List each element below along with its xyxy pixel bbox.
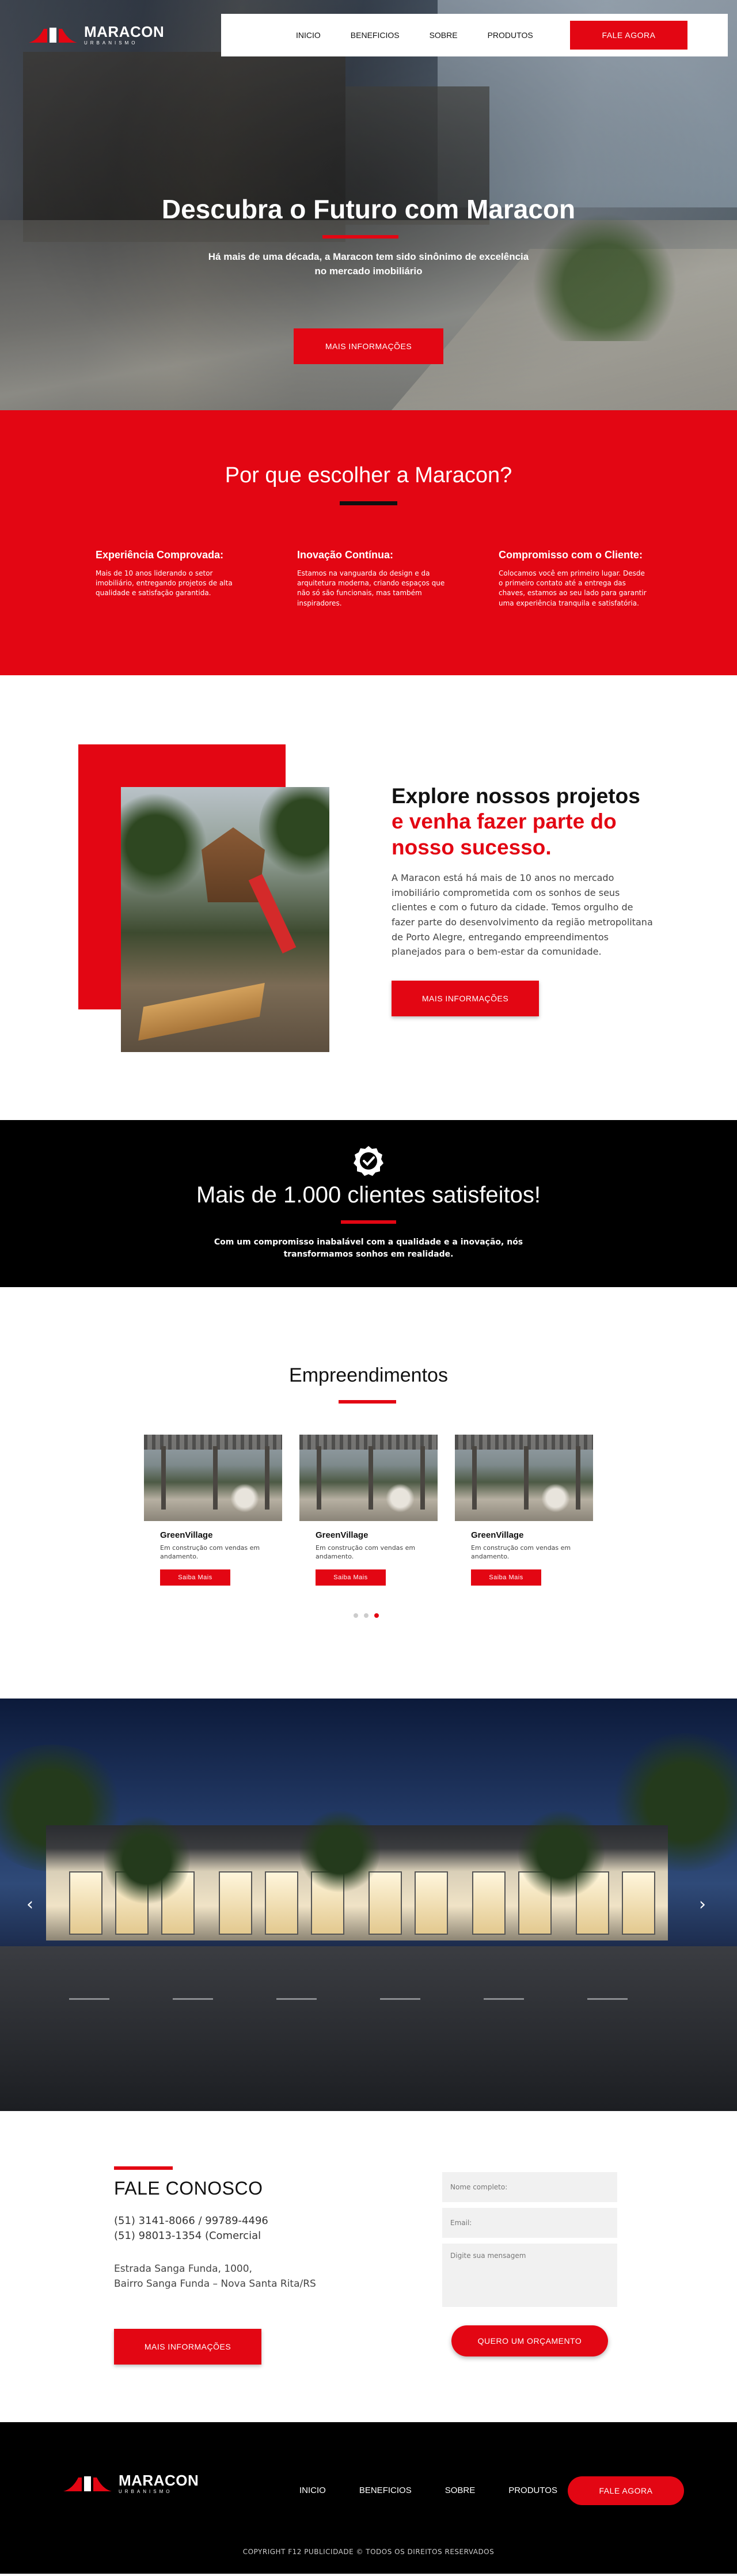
brand-tagline: URBANISMO — [119, 2488, 173, 2494]
contact-address-line2: Bairro Sanga Funda – Nova Santa Rita/RS — [114, 2278, 316, 2290]
gallery-road — [0, 1946, 737, 2111]
gallery-slider: ‹ › — [0, 1699, 737, 2111]
carousel-dot[interactable] — [354, 1613, 358, 1618]
footer-nav-produtos[interactable]: PRODUTOS — [508, 2486, 557, 2495]
why-section: Por que escolher a Maracon? Experiência … — [0, 410, 737, 675]
name-field[interactable] — [442, 2172, 617, 2202]
nav-links: INICIO BENEFICIOS SOBRE PRODUTOS — [296, 31, 563, 40]
clients-text: Com um compromisso inabalável com a qual… — [214, 1238, 523, 1259]
quote-submit-button[interactable]: QUERO UM ORÇAMENTO — [451, 2325, 608, 2356]
slider-prev-icon[interactable]: ‹ — [26, 1894, 33, 1915]
logo-mark-icon — [29, 28, 77, 43]
project-image[interactable] — [144, 1435, 282, 1521]
contact-phone-1: (51) 3141-8066 / 99789-4496 — [114, 2215, 268, 2227]
logo-mark-icon — [63, 2476, 112, 2491]
contact-divider — [114, 2166, 173, 2170]
hero-title: Descubra o Futuro com Maracon — [161, 194, 576, 224]
project-card: GreenVillage Em construção com vendas em… — [144, 1435, 282, 1607]
explore-text: Explore nossos projetos e venha fazer pa… — [392, 784, 656, 959]
clients-section: Mais de 1.000 clientes satisfeitos! Com … — [0, 1120, 737, 1287]
contact-address: Estrada Sanga Funda, 1000, Bairro Sanga … — [114, 2262, 316, 2291]
hero-section: MARACON URBANISMO INICIO BENEFICIOS SOBR… — [0, 0, 737, 410]
why-column-experience: Experiência Comprovada: Mais de 10 anos … — [96, 549, 245, 599]
why-column-text: Mais de 10 anos liderando o setor imobil… — [96, 569, 233, 597]
fale-agora-button[interactable]: FALE AGORA — [570, 21, 687, 50]
explore-description: A Maracon está há mais de 10 anos no mer… — [392, 872, 653, 958]
project-name: GreenVillage — [160, 1530, 213, 1540]
project-image[interactable] — [455, 1435, 593, 1521]
footer-fale-agora-button[interactable]: FALE AGORA — [568, 2476, 684, 2505]
brand-tagline: URBANISMO — [84, 40, 138, 46]
top-nav: INICIO BENEFICIOS SOBRE PRODUTOS FALE AG… — [221, 14, 728, 56]
contact-phones: (51) 3141-8066 / 99789-4496 (51) 98013-1… — [114, 2214, 268, 2244]
carousel-dot-active[interactable] — [374, 1613, 379, 1618]
contact-more-info-button[interactable]: MAIS INFORMAÇÕES — [114, 2329, 261, 2365]
footer-nav-inicio[interactable]: INICIO — [299, 2486, 326, 2495]
contact-title: FALE CONOSCO — [114, 2178, 263, 2199]
why-column-text: Estamos na vanguarda do design e da arqu… — [297, 569, 445, 607]
project-status: Em construção com vendas em andamento. — [471, 1544, 571, 1561]
project-status: Em construção com vendas em andamento. — [160, 1544, 260, 1561]
contact-address-line1: Estrada Sanga Funda, 1000, — [114, 2263, 252, 2275]
explore-title-line1: Explore nossos projetos — [392, 784, 640, 808]
saiba-mais-button[interactable]: Saiba Mais — [316, 1569, 386, 1586]
contact-phone-2: (51) 98013-1354 (Comercial — [114, 2230, 261, 2242]
footer-nav-sobre[interactable]: SOBRE — [445, 2486, 476, 2495]
project-status: Em construção com vendas em andamento. — [316, 1544, 416, 1561]
header-logo[interactable]: MARACON URBANISMO — [26, 23, 164, 46]
hero-more-info-button[interactable]: MAIS INFORMAÇÕES — [294, 328, 443, 364]
footer-nav-beneficios[interactable]: BENEFICIOS — [359, 2486, 412, 2495]
project-card: GreenVillage Em construção com vendas em… — [299, 1435, 438, 1607]
verified-badge-icon — [354, 1146, 383, 1176]
project-card: GreenVillage Em construção com vendas em… — [455, 1435, 593, 1607]
copyright-text: COPYRIGHT F12 PUBLICIDADE © TODOS OS DIR… — [242, 2548, 495, 2556]
why-column-title: Experiência Comprovada: — [96, 549, 224, 561]
why-column-innovation: Inovação Contínua: Estamos na vanguarda … — [297, 549, 447, 608]
why-column-title: Inovação Contínua: — [297, 549, 394, 561]
hero-subtitle: Há mais de uma década, a Maracon tem sid… — [208, 251, 529, 277]
hero-divider — [322, 235, 398, 239]
email-field[interactable] — [442, 2208, 617, 2238]
why-column-title: Compromisso com o Cliente: — [499, 549, 643, 561]
carousel-dot[interactable] — [364, 1613, 368, 1618]
explore-title: Explore nossos projetos e venha fazer pa… — [392, 784, 656, 860]
saiba-mais-button[interactable]: Saiba Mais — [160, 1569, 230, 1586]
why-column-text: Colocamos você em primeiro lugar. Desde … — [499, 569, 647, 607]
project-name: GreenVillage — [471, 1530, 524, 1540]
nav-item-inicio[interactable]: INICIO — [296, 31, 321, 40]
projects-title: Empreendimentos — [289, 1364, 448, 1386]
nav-item-beneficios[interactable]: BENEFICIOS — [351, 31, 400, 40]
carousel-dots — [354, 1613, 379, 1618]
explore-title-highlight: e venha fazer parte do nosso sucesso. — [392, 810, 617, 859]
explore-section: Explore nossos projetos e venha fazer pa… — [0, 675, 737, 1120]
nav-item-sobre[interactable]: SOBRE — [430, 31, 458, 40]
contact-section: FALE CONOSCO (51) 3141-8066 / 99789-4496… — [0, 2111, 737, 2422]
message-field[interactable] — [442, 2244, 617, 2307]
slider-next-icon[interactable]: › — [699, 1894, 706, 1915]
nav-item-produtos[interactable]: PRODUTOS — [488, 31, 533, 40]
footer: MARACON URBANISMO INICIO BENEFICIOS SOBR… — [0, 2422, 737, 2574]
brand-name: MARACON — [119, 2471, 199, 2489]
project-name: GreenVillage — [316, 1530, 368, 1540]
why-divider — [340, 501, 397, 505]
explore-more-info-button[interactable]: MAIS INFORMAÇÕES — [392, 981, 539, 1016]
footer-nav: INICIO BENEFICIOS SOBRE PRODUTOS — [299, 2486, 591, 2495]
playground-image — [121, 787, 329, 1052]
project-image[interactable] — [299, 1435, 438, 1521]
footer-logo[interactable]: MARACON URBANISMO — [61, 2472, 199, 2495]
clients-title: Mais de 1.000 clientes satisfeitos! — [196, 1182, 541, 1208]
brand-name: MARACON — [84, 22, 165, 40]
why-title: Por que escolher a Maracon? — [225, 463, 512, 487]
projects-section: Empreendimentos GreenVillage Em construç… — [0, 1287, 737, 1699]
saiba-mais-button[interactable]: Saiba Mais — [471, 1569, 541, 1586]
why-column-commitment: Compromisso com o Cliente: Colocamos voc… — [499, 549, 648, 608]
projects-divider — [339, 1400, 396, 1404]
clients-divider — [341, 1220, 396, 1224]
